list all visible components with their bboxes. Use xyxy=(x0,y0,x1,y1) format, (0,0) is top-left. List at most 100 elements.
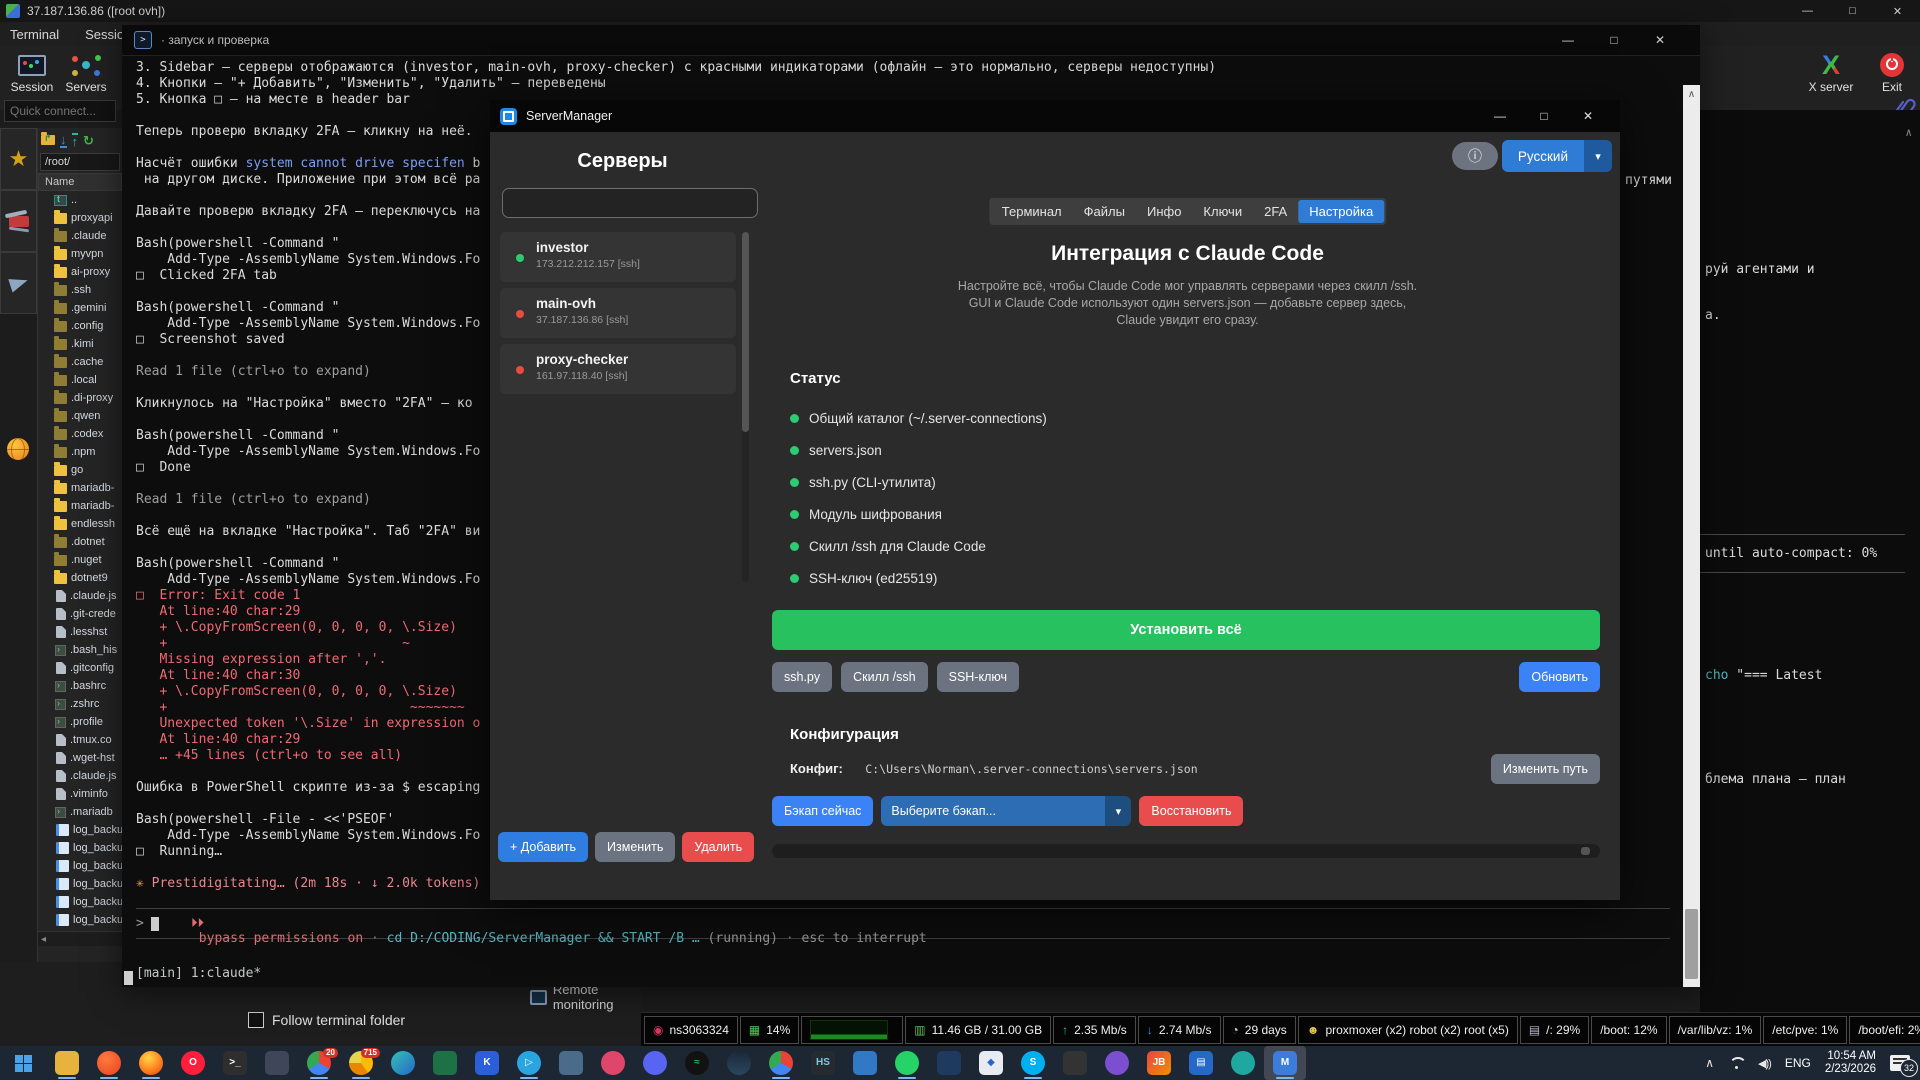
edit-server-button[interactable]: Изменить xyxy=(595,832,675,862)
file-row[interactable]: go xyxy=(38,461,122,479)
file-row[interactable]: dotnet9 xyxy=(38,569,122,587)
taskbar-app[interactable] xyxy=(928,1046,970,1080)
file-list-hscrollbar[interactable]: ◂ xyxy=(38,931,122,946)
scroll-up-icon[interactable]: ∧ xyxy=(1683,89,1700,100)
taskbar-app[interactable]: ▷ xyxy=(508,1046,550,1080)
taskbar-app[interactable]: ▤ xyxy=(1180,1046,1222,1080)
tab-item[interactable]: Настройка xyxy=(1298,200,1384,223)
taskbar-app[interactable]: 20 xyxy=(298,1046,340,1080)
taskbar-app[interactable] xyxy=(130,1046,172,1080)
tray-clock[interactable]: 10:54 AM 2/23/2026 xyxy=(1825,1050,1876,1076)
upload-icon[interactable]: ↑ xyxy=(72,133,79,148)
scroll-left-icon[interactable]: ◂ xyxy=(41,934,46,945)
download-icon[interactable]: ↓ xyxy=(60,133,67,148)
taskbar-app[interactable] xyxy=(1096,1046,1138,1080)
info-button[interactable]: ⓘ xyxy=(1452,142,1498,170)
server-list-item[interactable]: investor 173.212.212.157 [ssh] xyxy=(500,232,736,282)
file-row[interactable]: proxyapi xyxy=(38,209,122,227)
scroll-up-icon[interactable]: ∧ xyxy=(1905,126,1912,139)
tab-item[interactable]: Инфо xyxy=(1136,200,1192,223)
xserver-button[interactable]: X X server xyxy=(1800,50,1862,94)
file-row[interactable]: .nuget xyxy=(38,551,122,569)
folder-up-icon[interactable] xyxy=(41,135,55,145)
file-row[interactable]: .local xyxy=(38,371,122,389)
file-row[interactable]: log_backu xyxy=(38,875,122,893)
taskbar-app[interactable] xyxy=(634,1046,676,1080)
file-row[interactable]: .viminfo xyxy=(38,785,122,803)
file-column-header[interactable]: Name xyxy=(38,173,122,191)
file-row[interactable]: .claude xyxy=(38,227,122,245)
horizontal-scrollbar[interactable] xyxy=(772,844,1600,858)
file-row[interactable]: .npm xyxy=(38,443,122,461)
taskbar-app[interactable] xyxy=(382,1046,424,1080)
taskbar-app[interactable]: HS xyxy=(802,1046,844,1080)
keyboard-language[interactable]: ENG xyxy=(1785,1056,1811,1070)
server-list-item[interactable]: proxy-checker 161.97.118.40 [ssh] xyxy=(500,344,736,394)
sidebar-tab-favorites[interactable]: ★ xyxy=(0,128,37,190)
taskbar-app[interactable]: >_ xyxy=(214,1046,256,1080)
file-row[interactable]: .gitconfig xyxy=(38,659,122,677)
taskbar-app[interactable] xyxy=(886,1046,928,1080)
install-all-button[interactable]: Установить всё xyxy=(772,610,1600,650)
file-row[interactable]: .claude.js xyxy=(38,587,122,605)
taskbar-app[interactable]: K xyxy=(466,1046,508,1080)
taskbar-app[interactable] xyxy=(718,1046,760,1080)
file-row[interactable]: .bashrc xyxy=(38,677,122,695)
file-row[interactable]: .dotnet xyxy=(38,533,122,551)
taskbar-app[interactable] xyxy=(88,1046,130,1080)
tray-expand-icon[interactable]: ∧ xyxy=(1705,1056,1714,1070)
server-search-input[interactable] xyxy=(502,188,758,218)
tab-item[interactable]: Ключи xyxy=(1192,200,1253,223)
tab-item[interactable]: 2FA xyxy=(1253,200,1298,223)
sidebar-tab-macros[interactable] xyxy=(0,252,37,314)
file-row[interactable]: .wget-hst xyxy=(38,749,122,767)
file-row[interactable]: .ssh xyxy=(38,281,122,299)
file-row[interactable]: .tmux.co xyxy=(38,731,122,749)
file-row[interactable]: .config xyxy=(38,317,122,335)
refresh-button[interactable]: Обновить xyxy=(1519,662,1600,692)
taskbar-app[interactable]: ◆ xyxy=(970,1046,1012,1080)
file-row[interactable]: .bash_his xyxy=(38,641,122,659)
file-row[interactable]: .di-proxy xyxy=(38,389,122,407)
taskbar-app[interactable] xyxy=(424,1046,466,1080)
sidebar-tab-tools[interactable] xyxy=(0,190,37,252)
menu-terminal[interactable]: Terminal xyxy=(10,27,59,42)
backup-now-button[interactable]: Бэкап сейчас xyxy=(772,796,873,826)
tool-button[interactable]: ssh.py xyxy=(772,662,832,692)
minimize-icon[interactable]: — xyxy=(1545,25,1591,55)
checkbox-icon[interactable] xyxy=(248,1012,264,1028)
tab-item[interactable]: Терминал xyxy=(991,200,1073,223)
file-row[interactable]: .qwen xyxy=(38,407,122,425)
maximize-icon[interactable]: □ xyxy=(1591,25,1637,55)
taskbar-app[interactable]: O xyxy=(172,1046,214,1080)
close-icon[interactable]: ✕ xyxy=(1566,100,1610,132)
file-row[interactable]: .profile xyxy=(38,713,122,731)
taskbar-app[interactable] xyxy=(550,1046,592,1080)
file-row[interactable]: .zshrc xyxy=(38,695,122,713)
file-path-field[interactable]: /root/ xyxy=(40,153,120,171)
tab-item[interactable]: Файлы xyxy=(1073,200,1136,223)
refresh-icon[interactable]: ↻ xyxy=(83,134,94,147)
delete-server-button[interactable]: Удалить xyxy=(682,832,754,862)
backup-select[interactable]: Выберите бэкап... ▾ xyxy=(881,796,1131,826)
language-dropdown[interactable]: Русский ▾ xyxy=(1502,140,1612,172)
tool-button[interactable]: Скилл /ssh xyxy=(841,662,927,692)
notification-center-icon[interactable]: 32 xyxy=(1890,1055,1910,1071)
taskbar-app[interactable] xyxy=(760,1046,802,1080)
terminal-titlebar[interactable]: > · запуск и проверка — □ ✕ xyxy=(122,25,1700,56)
file-row[interactable]: log_backu xyxy=(38,857,122,875)
taskbar-app[interactable] xyxy=(1054,1046,1096,1080)
volume-icon[interactable]: ◀)) xyxy=(1758,1057,1771,1070)
file-row[interactable]: mariadb- xyxy=(38,497,122,515)
file-row[interactable]: log_backu xyxy=(38,821,122,839)
wifi-icon[interactable] xyxy=(1728,1057,1744,1069)
taskbar-app[interactable]: S xyxy=(1012,1046,1054,1080)
maximize-icon[interactable]: □ xyxy=(1830,0,1875,22)
terminal-scrollbar[interactable]: ∧ xyxy=(1683,85,1700,987)
file-row[interactable]: .. xyxy=(38,191,122,209)
file-row[interactable]: .kimi xyxy=(38,335,122,353)
file-row[interactable]: .git-crede xyxy=(38,605,122,623)
scrollbar-thumb[interactable] xyxy=(1685,909,1698,979)
file-row[interactable]: endlessh xyxy=(38,515,122,533)
session-button[interactable]: Session xyxy=(6,50,58,94)
